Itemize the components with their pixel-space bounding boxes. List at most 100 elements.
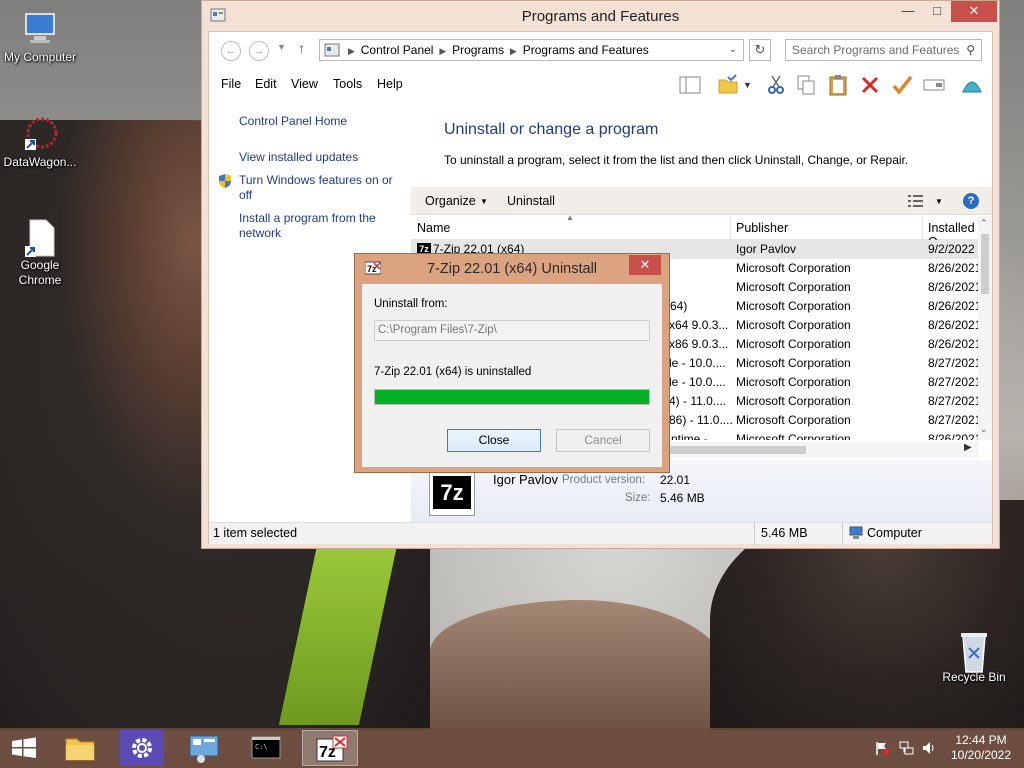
- volume-icon[interactable]: [921, 740, 937, 756]
- rename-icon[interactable]: [923, 74, 945, 96]
- cut-icon[interactable]: [765, 74, 787, 96]
- vertical-scroll-thumb[interactable]: [981, 234, 989, 294]
- file-explorer-icon[interactable]: [58, 730, 102, 766]
- program-installed-date: 8/26/2021: [928, 337, 978, 351]
- seven-zip-large-icon: 7z: [429, 470, 475, 516]
- scroll-right-arrow-icon[interactable]: ▶: [964, 442, 972, 453]
- taskbar: C:\ 7z 12:44 PM 10/20/2022: [0, 728, 1024, 768]
- delete-icon[interactable]: [859, 74, 881, 96]
- details-version: 22.01: [660, 473, 691, 487]
- file-shortcut-icon: [22, 218, 58, 257]
- menu-help[interactable]: Help: [377, 77, 403, 91]
- uninstall-dialog: 7z 7-Zip 22.01 (x64) Uninstall ✕ Uninsta…: [354, 253, 670, 473]
- program-publisher: Microsoft Corporation: [736, 299, 851, 313]
- window-title: Programs and Features: [521, 8, 680, 25]
- close-button[interactable]: ✕: [951, 1, 997, 22]
- shell-icon[interactable]: [961, 74, 983, 96]
- desktop-icon-datawagon[interactable]: DataWagon...: [0, 115, 80, 170]
- scroll-up-arrow-icon[interactable]: ⌃: [980, 218, 988, 229]
- folder-options-dropdown-icon[interactable]: ▼: [743, 80, 752, 90]
- start-button[interactable]: [2, 730, 46, 766]
- action-center-flag-icon[interactable]: [874, 740, 890, 756]
- address-dropdown-icon[interactable]: ⌄: [729, 40, 737, 60]
- details-size: 5.46 MB: [660, 491, 705, 505]
- maximize-button[interactable]: □: [923, 1, 951, 22]
- organize-dropdown-icon[interactable]: ▼: [480, 197, 488, 206]
- menu-edit[interactable]: Edit: [255, 77, 277, 91]
- dialog-close-button[interactable]: ✕: [629, 255, 661, 275]
- program-installed-date: 8/27/2021: [928, 394, 978, 408]
- minimize-button[interactable]: —: [894, 1, 922, 22]
- search-input[interactable]: Search Programs and Features ⚲: [785, 39, 982, 61]
- breadcrumb-control-panel[interactable]: Control Panel: [361, 43, 434, 57]
- settings-gear-icon[interactable]: [120, 730, 164, 766]
- dialog-close-action-button[interactable]: Close: [447, 429, 541, 452]
- window-titlebar[interactable]: Programs and Features — □ ✕: [202, 1, 999, 31]
- network-icon[interactable]: [898, 740, 914, 756]
- menu-file[interactable]: File: [221, 77, 241, 91]
- properties-check-icon[interactable]: [891, 74, 913, 96]
- desktop-icon-recycle-bin[interactable]: Recycle Bin: [934, 630, 1014, 685]
- status-divider: [754, 523, 755, 545]
- menu-tools[interactable]: Tools: [333, 77, 362, 91]
- dialog-body: Uninstall from: C:\Program Files\7-Zip\ …: [362, 284, 662, 467]
- help-icon[interactable]: ?: [963, 193, 979, 209]
- program-name: le - 10.0....: [669, 375, 726, 389]
- program-name: ntime -: [671, 432, 708, 440]
- menu-bar: File Edit View Tools Help ▼: [209, 68, 992, 102]
- sidebar-link-install-from-network[interactable]: Install a program from the network: [239, 211, 399, 241]
- clock-date: 10/20/2022: [950, 748, 1012, 762]
- desktop-icon-google-chrome[interactable]: Google Chrome: [0, 218, 80, 288]
- breadcrumb-programs[interactable]: Programs: [452, 43, 504, 57]
- column-divider[interactable]: [730, 216, 731, 240]
- column-header-publisher[interactable]: Publisher: [736, 221, 788, 235]
- clock[interactable]: 12:44 PM 10/20/2022: [944, 733, 1018, 763]
- view-options-icon[interactable]: [908, 194, 924, 208]
- column-header-name[interactable]: Name: [417, 221, 450, 235]
- program-name: x64 9.0.3...: [669, 318, 729, 332]
- horizontal-scroll-thumb[interactable]: [661, 446, 806, 454]
- organize-button[interactable]: Organize: [425, 194, 476, 208]
- program-publisher: Igor Pavlov: [736, 242, 797, 256]
- details-size-label: Size:: [625, 492, 651, 504]
- program-publisher: Microsoft Corporation: [736, 318, 851, 332]
- sidebar-link-view-installed-updates[interactable]: View installed updates: [239, 150, 399, 165]
- status-selected-count: 1 item selected: [213, 526, 298, 540]
- desktop-icon-my-computer[interactable]: My Computer: [0, 10, 80, 65]
- paste-icon[interactable]: [827, 74, 849, 96]
- copy-icon[interactable]: [795, 74, 817, 96]
- refresh-button[interactable]: ↻: [749, 39, 771, 61]
- program-name: le - 10.0....: [669, 356, 726, 370]
- program-publisher: Microsoft Corporation: [736, 280, 851, 294]
- control-panel-taskbar-icon[interactable]: [182, 730, 226, 766]
- vertical-scrollbar[interactable]: ⌃ ⌄: [978, 216, 992, 440]
- address-input[interactable]: ▶ Control Panel ▶ Programs ▶ Programs an…: [319, 39, 744, 61]
- breadcrumb-programs-and-features[interactable]: Programs and Features: [523, 43, 649, 57]
- uninstall-status-message: 7-Zip 22.01 (x64) is uninstalled: [374, 366, 532, 378]
- uninstall-button[interactable]: Uninstall: [507, 194, 555, 208]
- scroll-down-arrow-icon[interactable]: ⌄: [980, 424, 988, 435]
- program-installed-date: 8/26/2021: [928, 432, 978, 440]
- up-button[interactable]: ↑: [298, 40, 305, 56]
- command-prompt-icon[interactable]: C:\: [244, 730, 288, 766]
- view-dropdown-icon[interactable]: ▼: [935, 197, 943, 206]
- recycle-bin-icon: [956, 630, 992, 673]
- forward-button[interactable]: →: [249, 41, 269, 61]
- details-publisher: Igor Pavlov: [493, 472, 559, 487]
- seven-zip-uninstall-taskbar-icon[interactable]: 7z: [302, 730, 358, 766]
- menu-view[interactable]: View: [291, 77, 318, 91]
- folder-options-icon[interactable]: [717, 74, 739, 96]
- program-name: x86 9.0.3...: [669, 337, 729, 351]
- uninstall-progress-bar: [374, 389, 650, 405]
- column-divider[interactable]: [922, 216, 923, 240]
- recent-pages-chevron-icon[interactable]: ▼: [277, 42, 286, 52]
- progress-fill: [375, 390, 649, 404]
- desktop-icon-label: Recycle Bin: [942, 670, 1006, 684]
- sidebar-link-windows-features[interactable]: Turn Windows features on or off: [239, 173, 399, 203]
- layout-icon[interactable]: [679, 74, 701, 96]
- back-button[interactable]: ←: [221, 41, 241, 61]
- datawagon-icon: [22, 115, 58, 151]
- desktop-icon-label: DataWagon...: [3, 155, 77, 169]
- sidebar-link-control-panel-home[interactable]: Control Panel Home: [239, 114, 399, 129]
- dialog-title: 7-Zip 22.01 (x64) Uninstall: [426, 261, 598, 277]
